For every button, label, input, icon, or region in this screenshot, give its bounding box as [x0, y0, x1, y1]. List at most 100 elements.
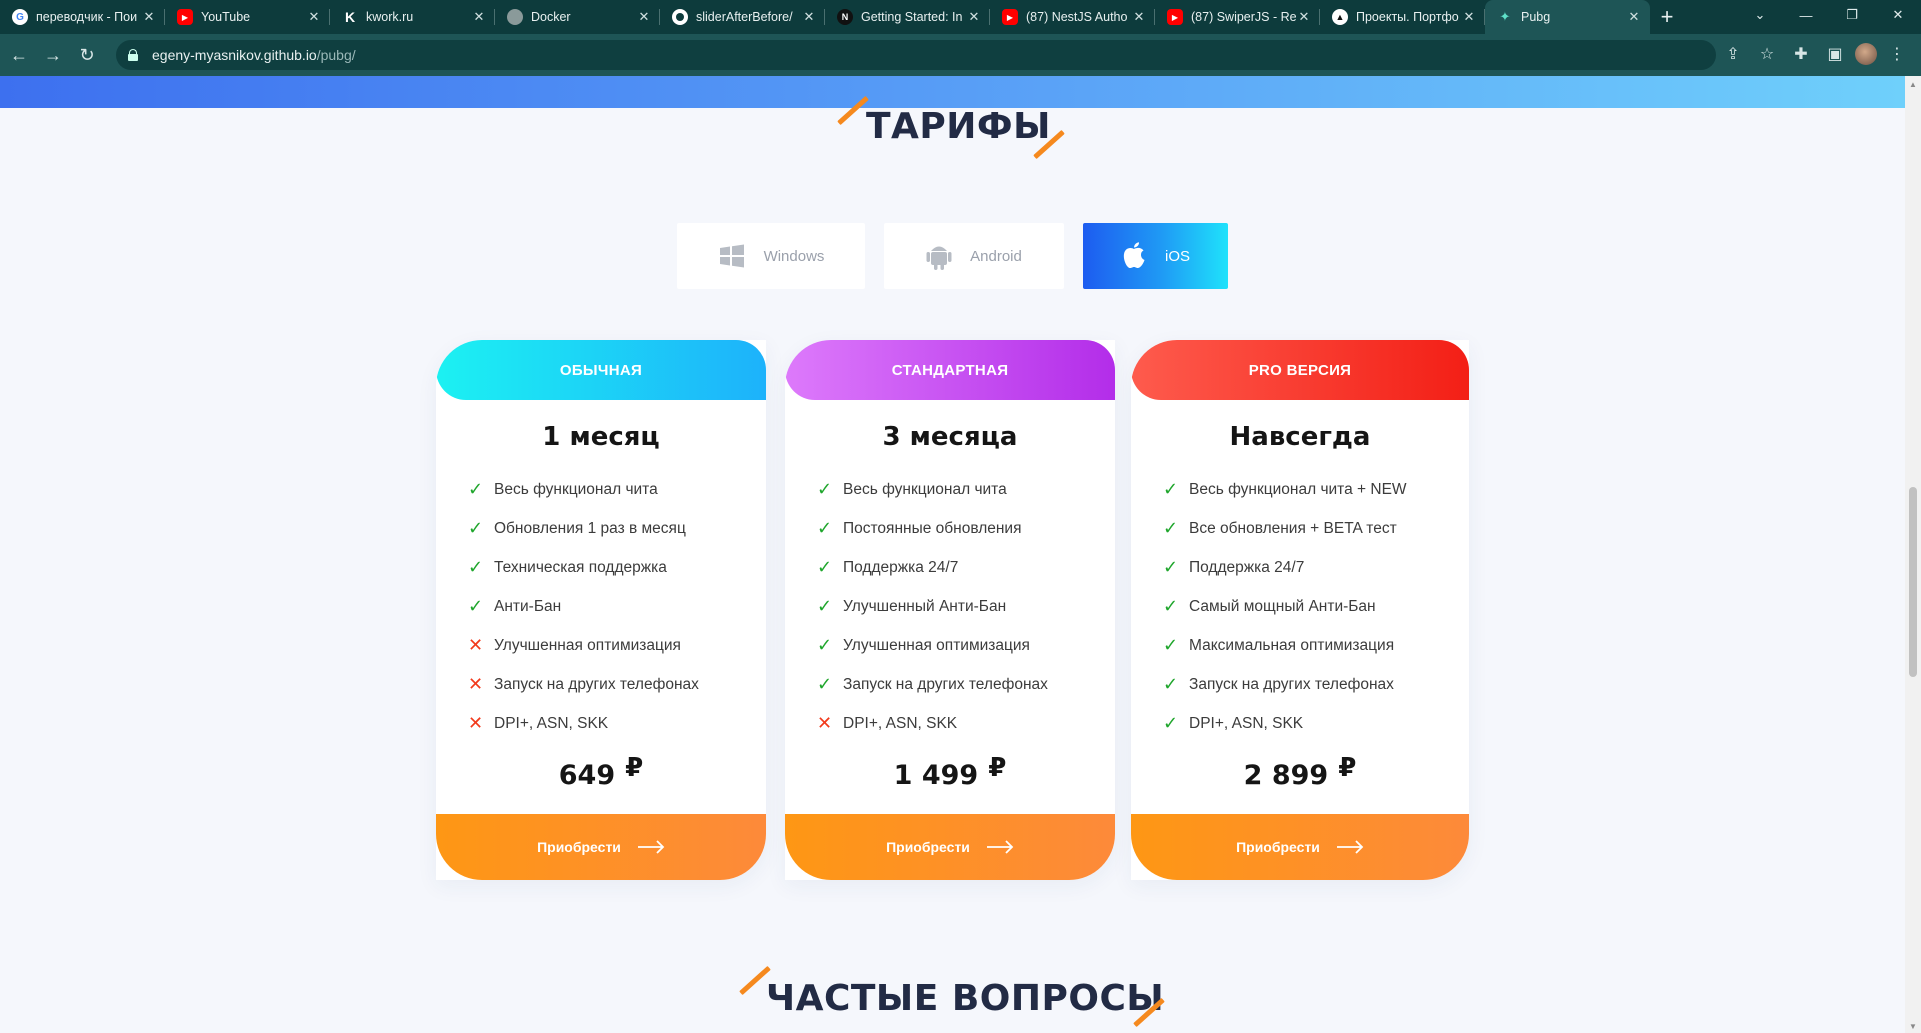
scroll-up-arrow-icon[interactable]: ▲	[1909, 80, 1917, 89]
feature-item: ✓ Запуск на других телефонах	[817, 665, 1115, 704]
check-icon: ✓	[817, 479, 833, 499]
feature-item: ✓ Весь функционал чита	[817, 470, 1115, 509]
buy-button[interactable]: Приобрести	[785, 814, 1115, 880]
platform-tab-label: Windows	[763, 247, 825, 265]
browser-tab[interactable]: K kwork.ru ✕	[330, 0, 495, 34]
tab-title: kwork.ru	[366, 10, 414, 24]
platform-tab-android[interactable]: Android	[884, 223, 1064, 289]
check-icon: ✓	[1163, 713, 1179, 733]
feature-text: Максимальная оптимизация	[1189, 636, 1395, 654]
browser-tab[interactable]: G переводчик - Пои ✕	[0, 0, 165, 34]
feature-text: DPI+, ASN, SKK	[843, 714, 958, 732]
feature-list: ✓ Весь функционал чита + NEW ✓ Все обновле…	[1131, 470, 1469, 743]
reload-button[interactable]: ↻	[72, 40, 102, 70]
feature-text: Улучшенный Анти-Бан	[843, 597, 1007, 615]
close-icon[interactable]: ✕	[1296, 9, 1312, 25]
lock-icon[interactable]	[128, 49, 138, 61]
feature-item: ✓ Обновления 1 раз в месяц	[468, 509, 766, 548]
feature-text: Весь функционал чита	[494, 480, 658, 498]
platform-tab-windows[interactable]: Windows	[677, 223, 865, 289]
buy-button[interactable]: Приобрести	[436, 814, 766, 880]
close-icon[interactable]: ✕	[636, 9, 652, 25]
close-icon[interactable]: ✕	[306, 9, 322, 25]
platform-tab-ios[interactable]: iOS	[1083, 223, 1228, 289]
scrollbar-thumb[interactable]	[1909, 487, 1917, 677]
browser-tab-active[interactable]: ✦ Pubg ✕	[1485, 0, 1650, 34]
close-icon[interactable]: ✕	[966, 9, 982, 25]
check-icon: ✓	[468, 479, 484, 499]
feature-list: ✓ Весь функционал чита ✓ Постоянные обновл…	[785, 470, 1115, 743]
plan-name: ОБЫЧНАЯ	[436, 340, 766, 400]
feature-text: Улучшенная оптимизация	[494, 636, 681, 654]
section-title-faq: ЧАСТЫЕ ВОПРОСЫ	[766, 978, 1165, 1019]
browser-tab[interactable]: ▶ (87) SwiperJS - Re ✕	[1155, 0, 1320, 34]
share-icon[interactable]: ⇪	[1719, 40, 1747, 68]
tab-title: Проекты. Портфо	[1356, 10, 1459, 24]
tab-title: (87) SwiperJS - Re	[1191, 10, 1296, 24]
menu-kebab-icon[interactable]: ⋮	[1883, 40, 1911, 68]
side-panel-icon[interactable]: ▣	[1821, 40, 1849, 68]
platform-tab-label: iOS	[1164, 247, 1190, 265]
price-value: 1 499	[893, 760, 979, 791]
tab-title: переводчик - Пои	[36, 10, 138, 24]
minimize-button[interactable]: —	[1783, 0, 1829, 30]
check-icon: ✓	[817, 557, 833, 577]
check-icon: ✓	[1163, 479, 1179, 499]
close-icon[interactable]: ✕	[801, 9, 817, 25]
close-icon[interactable]: ✕	[1626, 9, 1642, 25]
restore-button[interactable]: ❐	[1829, 0, 1875, 30]
youtube-icon: ▶	[1002, 9, 1018, 25]
forward-button[interactable]: →	[38, 40, 68, 70]
browser-tab[interactable]: ▶ (87) NestJS Autho ✕	[990, 0, 1155, 34]
tab-search-icon[interactable]: ⌄	[1737, 0, 1783, 30]
feature-item: ✓ Запуск на других телефонах	[1163, 665, 1469, 704]
new-tab-button[interactable]: +	[1650, 0, 1684, 34]
browser-tab-strip: G переводчик - Пои ✕ ▶ YouTube ✕ K kwork…	[0, 0, 1921, 34]
buy-button-label: Приобрести	[1236, 839, 1320, 855]
buy-button-label: Приобрести	[537, 839, 621, 855]
check-icon: ✓	[468, 557, 484, 577]
avatar[interactable]	[1855, 43, 1877, 65]
check-icon: ✓	[817, 635, 833, 655]
extensions-puzzle-icon[interactable]: ✚	[1787, 40, 1815, 68]
feature-item: ✓ Весь функционал чита + NEW	[1163, 470, 1469, 509]
bookmark-star-icon[interactable]: ☆	[1753, 40, 1781, 68]
feature-item: ✓ Весь функционал чита	[468, 470, 766, 509]
buy-button[interactable]: Приобрести	[1131, 814, 1469, 880]
plan-period: Навсегда	[1229, 422, 1371, 452]
google-icon: G	[12, 9, 28, 25]
feature-item: ✓ Постоянные обновления	[817, 509, 1115, 548]
check-icon: ✓	[817, 674, 833, 694]
page-scrollbar[interactable]: ▲ ▼	[1905, 76, 1921, 1033]
browser-tab[interactable]: ▶ YouTube ✕	[165, 0, 330, 34]
check-icon: ✓	[468, 518, 484, 538]
feature-text: Запуск на других телефонах	[494, 675, 699, 693]
feature-list: ✓ Весь функционал чита ✓ Обновления 1 раз …	[436, 470, 766, 743]
plan-card-standard: СТАНДАРТНАЯ 3 месяца ✓ Весь функционал чи…	[785, 340, 1115, 880]
close-icon[interactable]: ✕	[1131, 9, 1147, 25]
platform-tab-label: Android	[970, 247, 1022, 265]
feature-text: Весь функционал чита	[843, 480, 1007, 498]
browser-tab[interactable]: Docker ✕	[495, 0, 660, 34]
feature-item: ✓ Улучшенный Анти-Бан	[817, 587, 1115, 626]
back-button[interactable]: ←	[4, 40, 34, 70]
android-icon	[926, 241, 952, 271]
plan-period: 1 месяц	[542, 422, 660, 452]
browser-tab[interactable]: sliderAfterBefore/ ✕	[660, 0, 825, 34]
close-icon[interactable]: ✕	[471, 9, 487, 25]
feature-item: ✓ Техническая поддержка	[468, 548, 766, 587]
close-window-button[interactable]: ✕	[1875, 0, 1921, 30]
plan-price: 649 ₽	[436, 753, 766, 791]
check-icon: ✓	[468, 596, 484, 616]
check-icon: ✓	[1163, 596, 1179, 616]
buy-button-label: Приобрести	[886, 839, 970, 855]
browser-tab[interactable]: N Getting Started: In ✕	[825, 0, 990, 34]
kwork-icon: K	[344, 9, 356, 25]
close-icon[interactable]: ✕	[1461, 9, 1477, 25]
scroll-down-arrow-icon[interactable]: ▼	[1909, 1022, 1917, 1031]
browser-tab[interactable]: ▲ Проекты. Портфо ✕	[1320, 0, 1485, 34]
youtube-icon: ▶	[177, 9, 193, 25]
address-bar[interactable]: egeny-myasnikov.github.io/pubg/	[116, 40, 1716, 70]
close-icon[interactable]: ✕	[141, 9, 157, 25]
plan-name: PRO ВЕРСИЯ	[1131, 340, 1469, 400]
